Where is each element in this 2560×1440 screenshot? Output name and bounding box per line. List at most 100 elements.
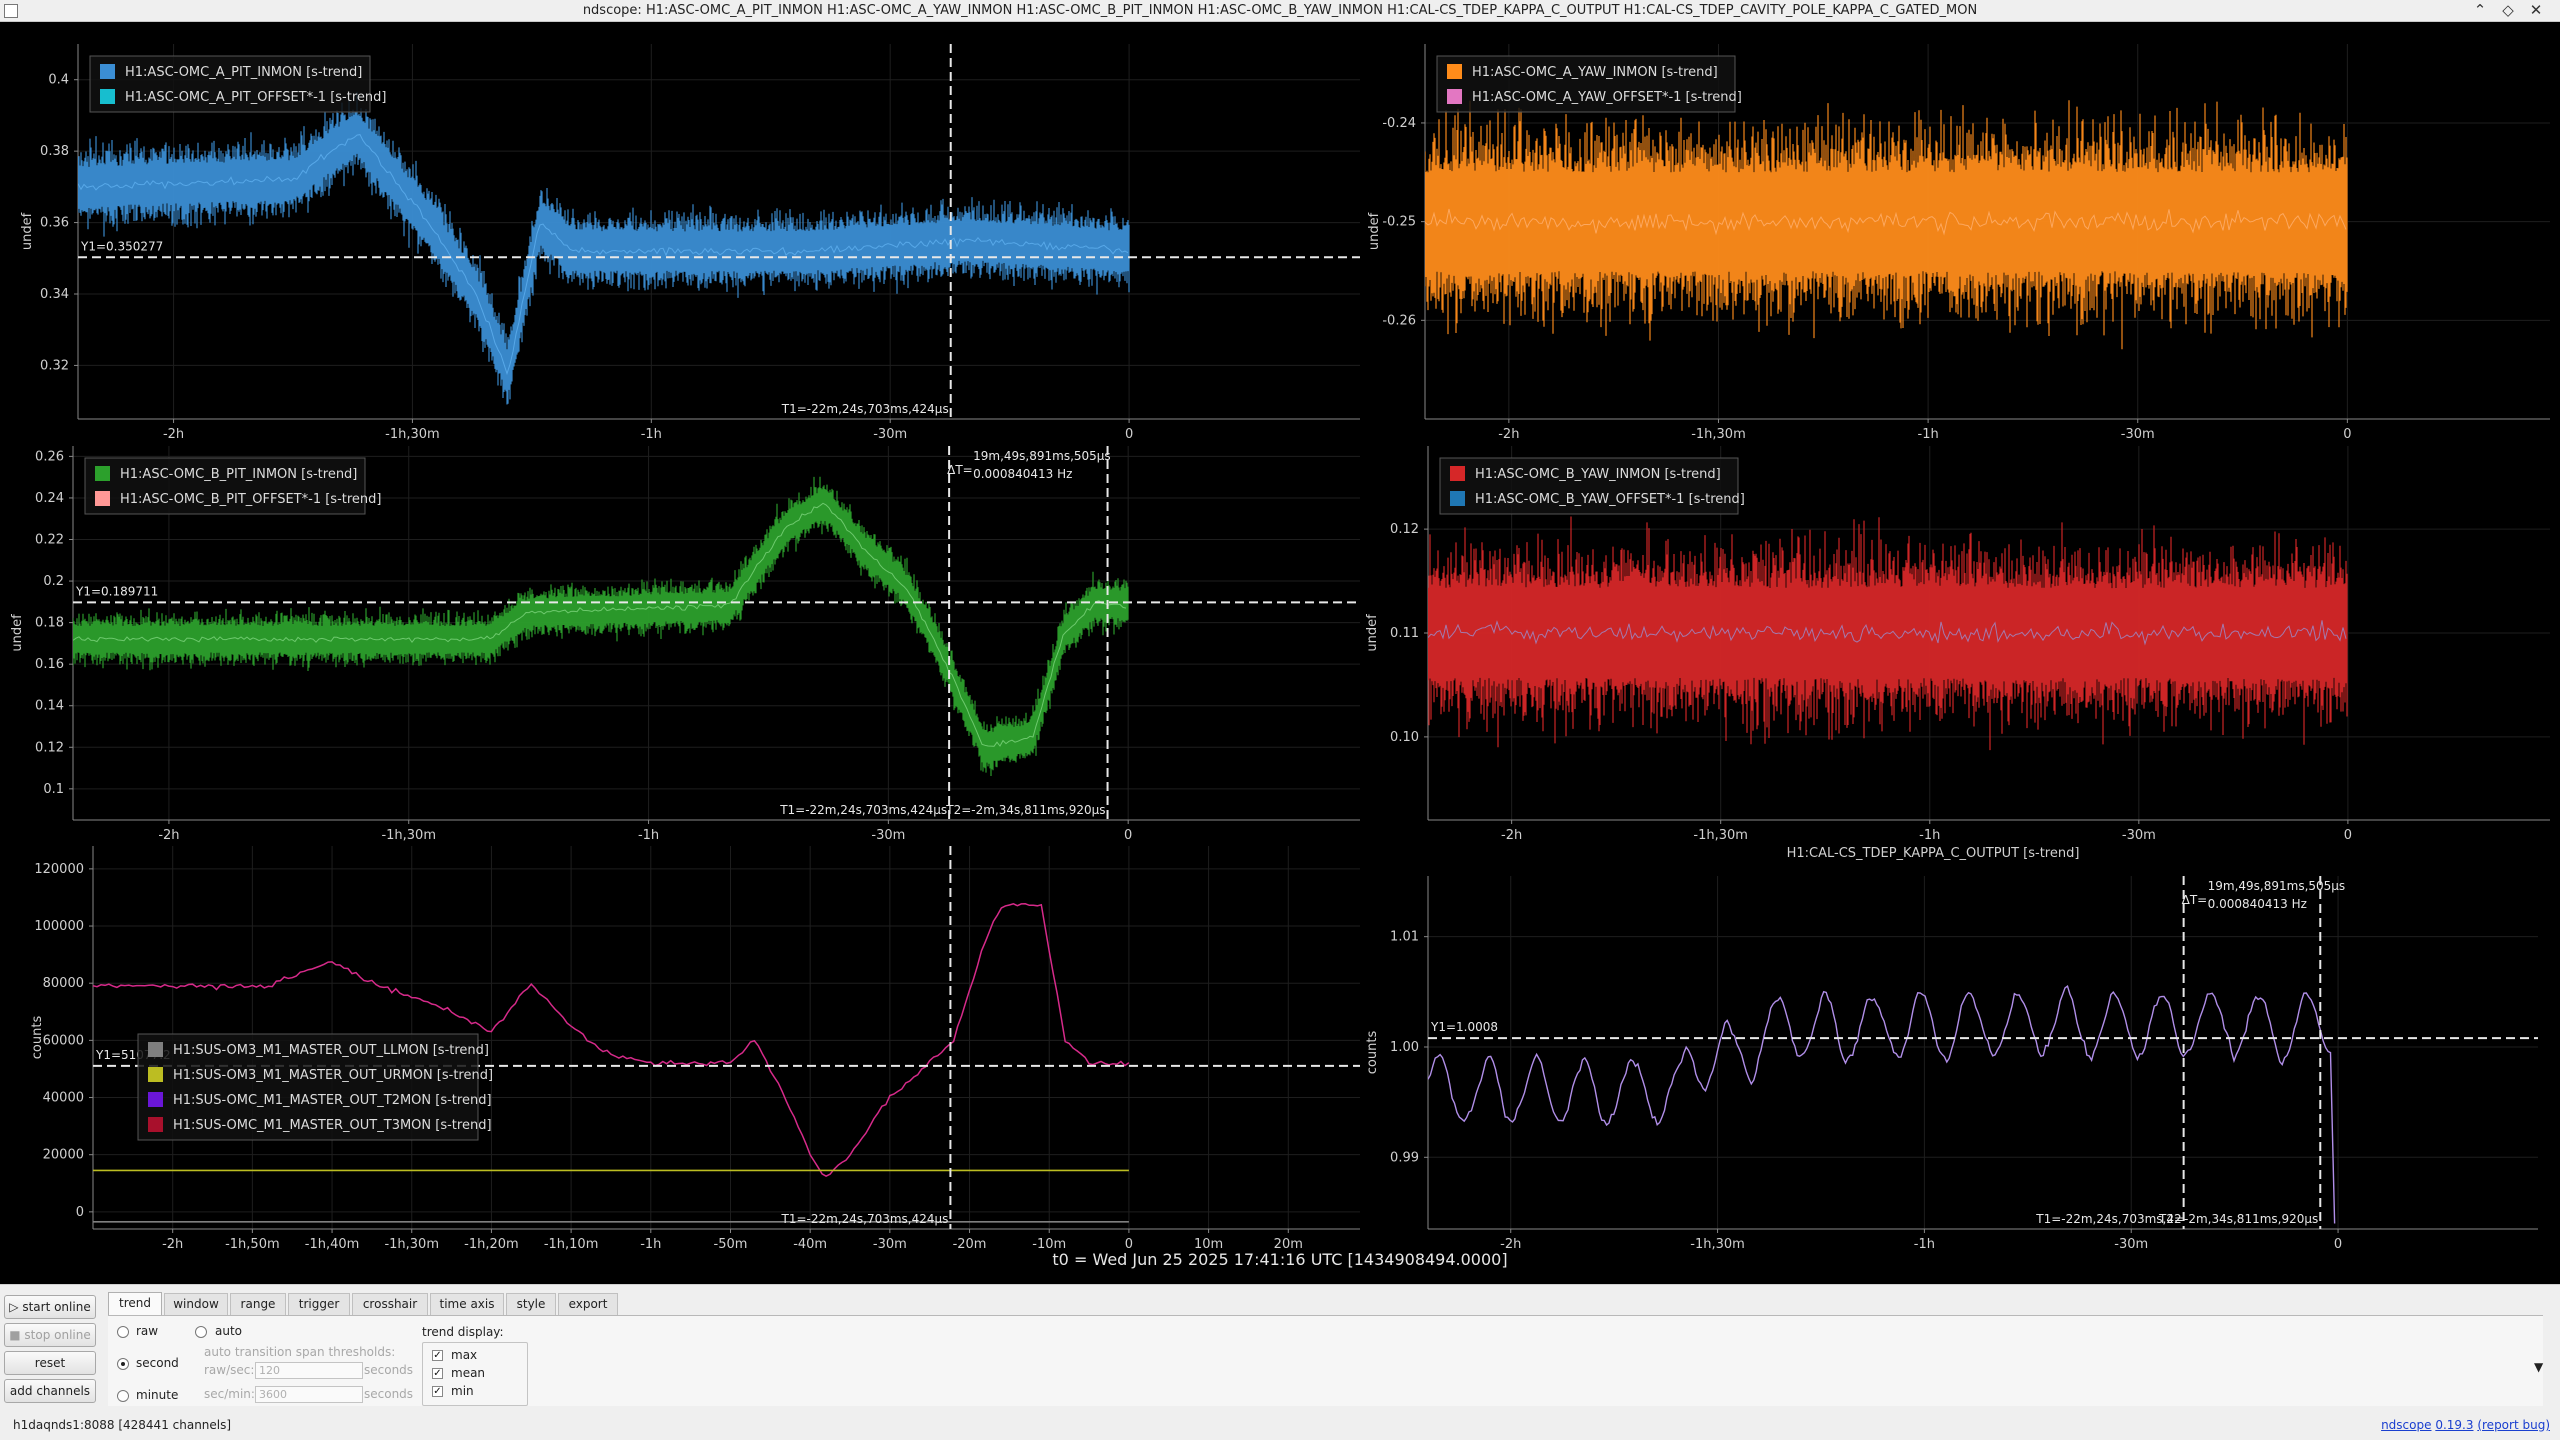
- x-tick-label: -30m: [871, 828, 905, 843]
- rawsec-input[interactable]: 120: [255, 1362, 363, 1379]
- close-button[interactable]: ✕: [2526, 1, 2546, 19]
- auto-radio[interactable]: [195, 1326, 207, 1338]
- report-bug-link[interactable]: (report bug): [2477, 1418, 2550, 1432]
- legend-swatch: [1447, 64, 1462, 79]
- minute-radio[interactable]: [117, 1390, 129, 1402]
- legend-swatch: [1447, 89, 1462, 104]
- y-axis-label: undef: [1367, 212, 1382, 250]
- t1-label: T1=-22m,24s,703ms,424µs: [779, 803, 947, 817]
- second-label: second: [136, 1356, 179, 1370]
- y-tick-label: 0.38: [40, 144, 69, 159]
- legend: H1:ASC-OMC_B_PIT_INMON [s-trend] H1:ASC-O…: [84, 457, 381, 515]
- x-tick-label: -1h,30m: [385, 427, 440, 442]
- tab-range[interactable]: range: [230, 1293, 286, 1315]
- raw-radio[interactable]: [117, 1326, 129, 1338]
- legend: H1:SUS-OM3_M1_MASTER_OUT_LLMON [s-trend]…: [137, 1033, 493, 1141]
- minute-label: minute: [136, 1388, 179, 1402]
- x-tick-label: -1h: [1919, 828, 1940, 843]
- legend-label: H1:SUS-OM3_M1_MASTER_OUT_URMON [s-trend]: [173, 1068, 493, 1083]
- trace-group: [1425, 100, 2348, 350]
- ndscope-link[interactable]: ndscope: [2381, 1418, 2431, 1432]
- y-tick-label: 0.36: [40, 216, 69, 231]
- y-tick-label: 1.00: [1390, 1040, 1419, 1055]
- y1-label: Y1=1.0008: [1430, 1020, 1498, 1034]
- y-axis-label: undef: [10, 614, 25, 652]
- x-tick-label: -1h,30m: [381, 828, 436, 843]
- second-radio[interactable]: [117, 1358, 129, 1370]
- y-tick-label: 20000: [43, 1148, 84, 1163]
- tab-trend[interactable]: trend: [108, 1292, 162, 1316]
- y-tick-label: 0.10: [1390, 730, 1419, 745]
- x-tick-label: -30m: [2121, 427, 2155, 442]
- y-tick-label: 0.11: [1390, 626, 1419, 641]
- legend: H1:ASC-OMC_A_PIT_INMON [s-trend] H1:ASC-O…: [89, 55, 386, 113]
- legend: H1:ASC-OMC_B_YAW_INMON [s-trend] H1:ASC-O…: [1439, 457, 1745, 515]
- min-label: min: [451, 1384, 474, 1398]
- legend-label: H1:SUS-OMC_M1_MASTER_OUT_T2MON [s-trend]: [173, 1093, 492, 1108]
- y-axis-label: counts: [1365, 1031, 1380, 1075]
- legend-swatch: [95, 466, 110, 481]
- legend-label: H1:ASC-OMC_A_PIT_INMON [s-trend]: [125, 65, 362, 80]
- plot-area[interactable]: -2h -1h,30m -1h -30m 0 0.4 0.38 0.36 0.34 0.32 und…: [0, 22, 2560, 1284]
- delta-t-freq: 0.000840413 Hz: [2208, 897, 2307, 911]
- x-tick-label: 0: [2344, 828, 2352, 843]
- secmin-unit: seconds: [364, 1387, 414, 1401]
- min-checkbox[interactable]: ✓: [432, 1386, 443, 1397]
- x-tick-label: -1h: [638, 828, 659, 843]
- trace-kappa-c: [1428, 984, 2336, 1224]
- trace-group: [78, 91, 1130, 405]
- x-tick-label: -30m: [2122, 828, 2156, 843]
- delta-t-value: 19m,49s,891ms,505µs: [973, 449, 1111, 463]
- y-tick-label: 0.12: [35, 740, 64, 755]
- version-info: ndscope 0.19.3 (report bug): [2381, 1418, 2550, 1432]
- tab-window[interactable]: window: [164, 1293, 228, 1315]
- y-tick-label: 0.34: [40, 287, 69, 302]
- reset-button[interactable]: reset: [4, 1351, 96, 1375]
- plot-a-pit: -2h -1h,30m -1h -30m 0 0.4 0.38 0.36 0.34 0.32 und…: [20, 44, 1360, 442]
- max-checkbox[interactable]: ✓: [432, 1350, 443, 1361]
- add-channels-button[interactable]: add channels: [4, 1379, 96, 1403]
- control-panel: ▷ start online ■ stop online reset add c…: [0, 1284, 2560, 1440]
- plot-a-yaw: -2h -1h,30m -1h -30m 0 -0.24 -0.25 -0.26 undef H1…: [1367, 44, 2550, 442]
- legend-label: H1:ASC-OMC_B_PIT_INMON [s-trend]: [120, 467, 357, 482]
- maximize-button[interactable]: ◇: [2498, 1, 2518, 19]
- panel-dropdown-icon[interactable]: ▼: [2534, 1360, 2543, 1374]
- y-axis-label: undef: [20, 212, 35, 250]
- tab-export[interactable]: export: [558, 1293, 618, 1315]
- tab-time-axis[interactable]: time axis: [430, 1293, 504, 1315]
- plot-b-pit: -2h -1h,30m -1h -30m 0 0.26 0.24 0.22 0.2 0.18 0.1…: [10, 446, 1360, 843]
- legend-label: H1:SUS-OM3_M1_MASTER_OUT_LLMON [s-trend]: [173, 1043, 489, 1058]
- legend-swatch: [148, 1092, 163, 1107]
- version-link[interactable]: 0.19.3: [2435, 1418, 2473, 1432]
- t2-label: T2=-2m,34s,811ms,920µs: [945, 803, 1105, 817]
- x-tick-label: -1h,30m: [1693, 828, 1748, 843]
- legend-swatch: [95, 491, 110, 506]
- y-tick-label: -0.26: [1382, 313, 1416, 328]
- delta-t-label: ΔT=: [947, 463, 973, 477]
- x-tick-label: -2h: [163, 427, 184, 442]
- y-tick-label: 100000: [34, 919, 84, 934]
- legend-label: H1:ASC-OMC_B_YAW_INMON [s-trend]: [1475, 467, 1721, 482]
- minimize-button[interactable]: ⌃: [2470, 1, 2490, 19]
- legend-label: H1:ASC-OMC_A_YAW_INMON [s-trend]: [1472, 65, 1718, 80]
- y-tick-label: 0.12: [1390, 522, 1419, 537]
- stop-online-button[interactable]: ■ stop online: [4, 1323, 96, 1347]
- legend-swatch: [100, 89, 115, 104]
- legend-label: H1:ASC-OMC_A_YAW_OFFSET*-1 [s-trend]: [1472, 90, 1742, 105]
- max-label: max: [451, 1348, 478, 1362]
- y-tick-label: 80000: [43, 976, 84, 991]
- plot-b-yaw: -2h -1h,30m -1h -30m 0 0.12 0.11 0.10 undef H1:AS…: [1365, 446, 2550, 843]
- trace-b-pit: [73, 476, 1129, 776]
- t1-label: T1=-22m,24s,703ms,424µs: [781, 402, 949, 416]
- y-tick-label: -0.24: [1382, 116, 1416, 131]
- x-tick-label: 0: [1125, 427, 1133, 442]
- start-online-button[interactable]: ▷ start online: [4, 1295, 96, 1319]
- y-tick-label: 0.4: [48, 73, 69, 88]
- mean-checkbox[interactable]: ✓: [432, 1368, 443, 1379]
- y-tick-label: 0.14: [35, 699, 64, 714]
- tab-crosshair[interactable]: crosshair: [352, 1293, 428, 1315]
- y-tick-label: 1.01: [1390, 930, 1419, 945]
- secmin-input[interactable]: 3600: [255, 1386, 363, 1403]
- tab-trigger[interactable]: trigger: [288, 1293, 350, 1315]
- tab-style[interactable]: style: [506, 1293, 556, 1315]
